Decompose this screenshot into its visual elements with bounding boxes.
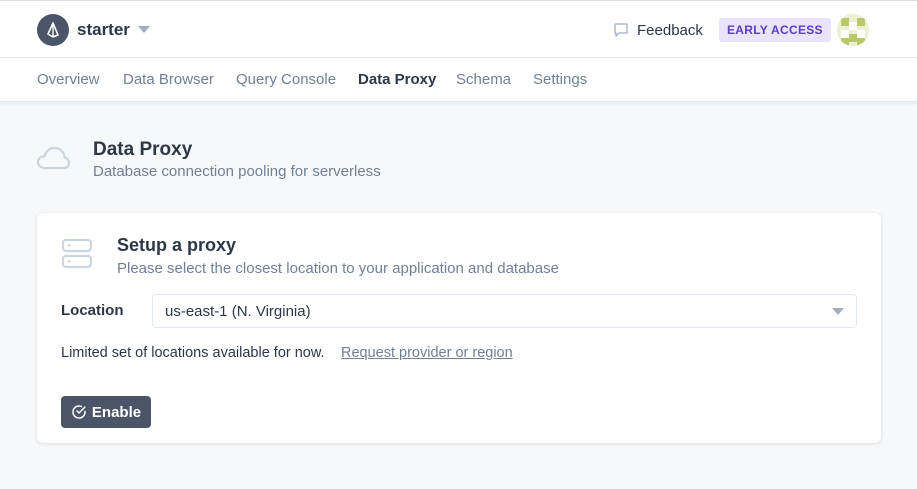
- server-icon: [61, 238, 93, 269]
- card-subtitle: Please select the closest location to yo…: [117, 260, 559, 277]
- card-title: Setup a proxy: [117, 235, 237, 255]
- cloud-icon: [36, 146, 70, 170]
- chevron-down-icon[interactable]: [138, 26, 150, 33]
- top-bar: starter Feedback EARLY ACCESS: [0, 0, 917, 58]
- chevron-down-icon: [832, 308, 844, 315]
- project-name[interactable]: starter: [77, 20, 130, 40]
- tab-schema[interactable]: Schema: [456, 71, 511, 88]
- early-access-badge: EARLY ACCESS: [719, 18, 831, 42]
- enable-label: Enable: [91, 403, 142, 421]
- location-select[interactable]: us-east-1 (N. Virginia): [152, 294, 857, 328]
- tab-settings[interactable]: Settings: [533, 71, 587, 88]
- avatar[interactable]: [837, 14, 869, 46]
- enable-button[interactable]: Enable: [61, 396, 151, 428]
- limited-locations-text: Limited set of locations available for n…: [61, 345, 325, 361]
- tab-overview[interactable]: Overview: [37, 71, 100, 88]
- page-title: Data Proxy: [93, 139, 193, 160]
- request-provider-link[interactable]: Request provider or region: [341, 345, 513, 361]
- page-subtitle: Database connection pooling for serverle…: [93, 163, 381, 180]
- location-value: us-east-1 (N. Virginia): [165, 303, 311, 320]
- feedback-button[interactable]: Feedback: [613, 19, 703, 41]
- check-circle-icon: [72, 405, 86, 419]
- tab-bar: Overview Data Browser Query Console Data…: [0, 58, 917, 102]
- tab-data-proxy[interactable]: Data Proxy: [358, 71, 436, 88]
- tab-query-console[interactable]: Query Console: [236, 71, 336, 88]
- project-logo-icon[interactable]: [37, 14, 69, 46]
- chat-bubble-icon: [614, 23, 628, 37]
- setup-proxy-card: Setup a proxy Please select the closest …: [37, 213, 881, 443]
- feedback-label: Feedback: [637, 21, 703, 39]
- location-label: Location: [61, 302, 124, 319]
- tab-data-browser[interactable]: Data Browser: [123, 71, 214, 88]
